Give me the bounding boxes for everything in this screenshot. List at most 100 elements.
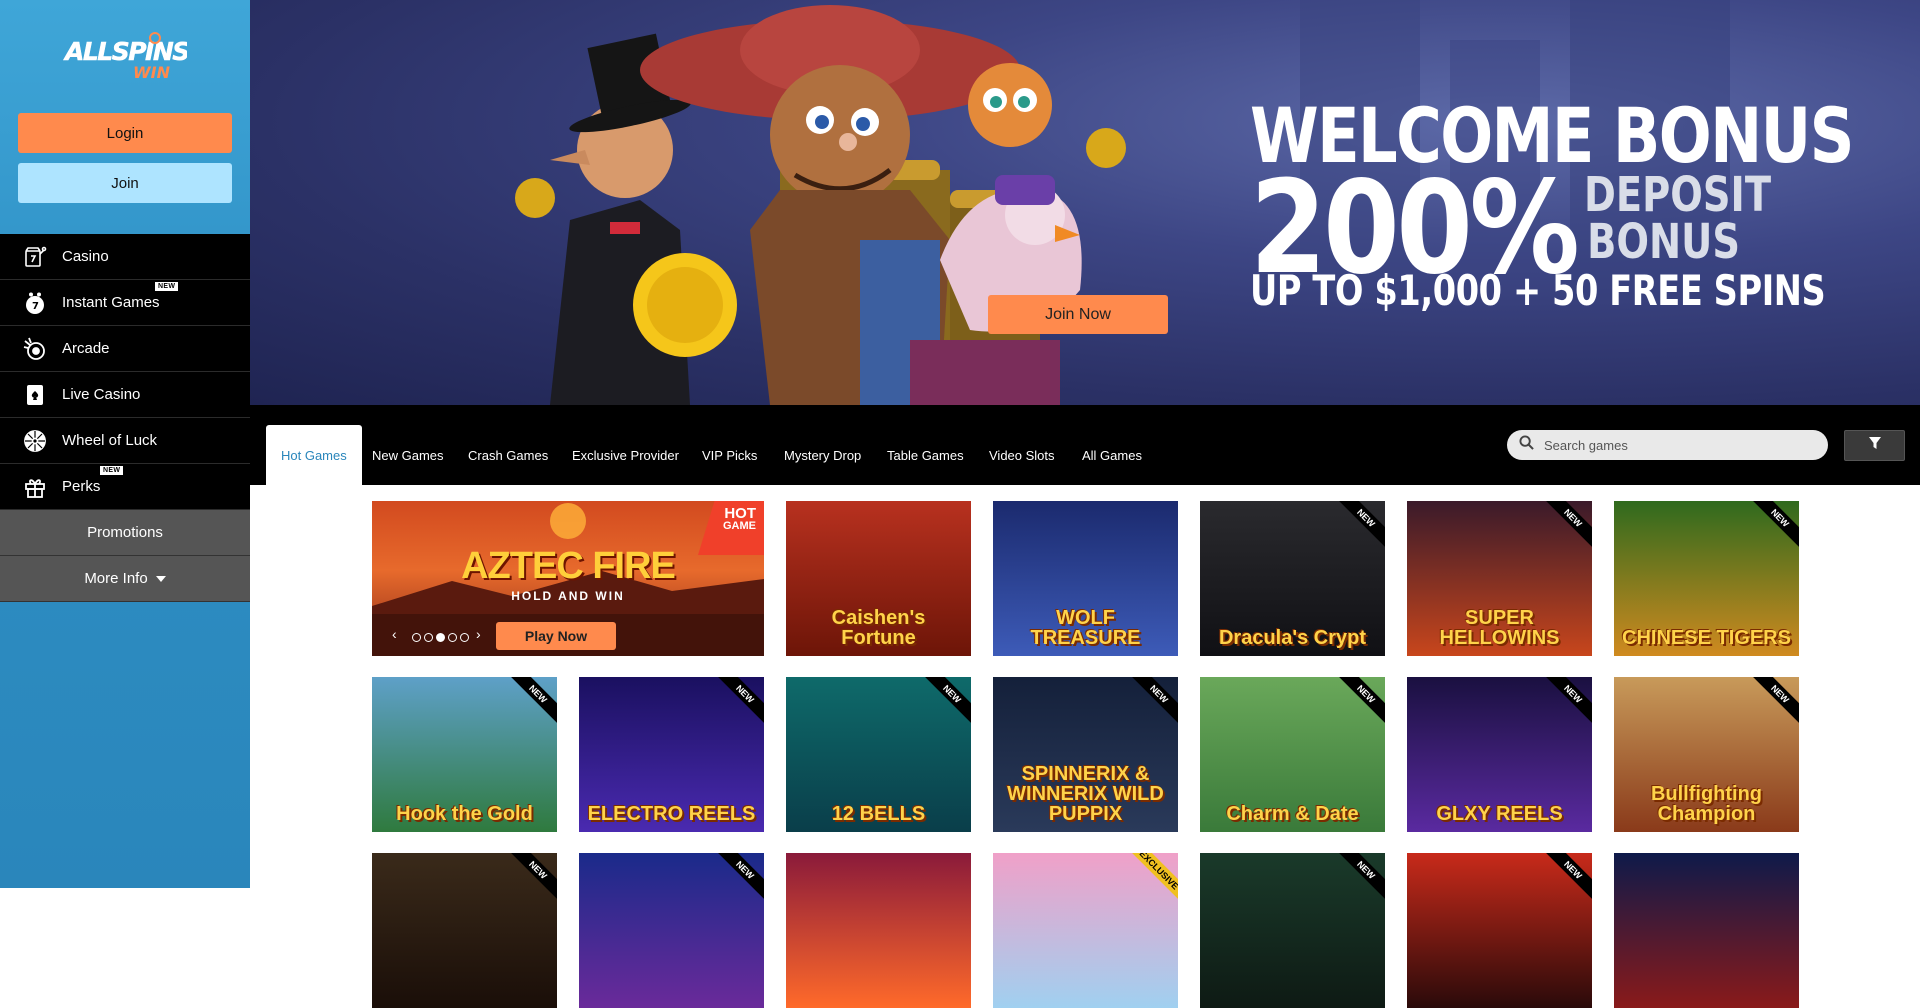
filter-button[interactable] — [1844, 430, 1905, 461]
game-tile[interactable]: WOLF TREASURE — [993, 501, 1178, 656]
tab-new-games[interactable]: New Games — [372, 425, 444, 485]
hero-banner: WELCOME BONUS 200% DEPOSIT BONUS UP TO $… — [250, 0, 1920, 405]
game-title: SPINNERIX & WINNERIX WILD PUPPIX — [1007, 763, 1164, 825]
chevron-left-icon[interactable]: ‹ — [392, 626, 397, 642]
nav-label: Wheel of Luck — [62, 432, 158, 449]
carousel-dot[interactable] — [460, 633, 469, 642]
carousel-controls: ‹ › Play Now — [372, 614, 764, 656]
slot-machine-icon — [22, 244, 48, 270]
live-casino-icon — [22, 382, 48, 408]
tab-vip-picks[interactable]: VIP Picks — [702, 425, 757, 485]
game-tile[interactable]: CHINESE TIGERS NEW — [1614, 501, 1799, 656]
new-ribbon-badge: NEW — [1329, 853, 1385, 907]
game-title: 12 BELLS — [831, 803, 926, 825]
game-title: Hook the Gold — [396, 803, 533, 825]
tab-crash-games[interactable]: Crash Games — [468, 425, 548, 485]
carousel-dot-active[interactable] — [436, 633, 445, 642]
hero-join-now-button[interactable]: Join Now — [988, 295, 1168, 334]
new-ribbon-badge: NEW — [1122, 677, 1178, 731]
game-title: Dracula's Crypt — [1218, 627, 1367, 649]
nav-item-instant-games[interactable]: 7 Instant Games NEW — [0, 280, 250, 326]
nav-label: Instant Games — [62, 294, 160, 311]
nav-item-arcade[interactable]: Arcade — [0, 326, 250, 372]
svg-text:WIN: WIN — [133, 63, 171, 80]
new-ribbon-badge: NEW — [708, 853, 764, 907]
game-tile[interactable]: ELECTRO REELS NEW — [579, 677, 764, 832]
nav-label: Perks — [62, 478, 101, 495]
allspins-logo[interactable]: ALLSPINS WIN — [63, 28, 191, 82]
chevron-right-icon[interactable]: › — [476, 626, 481, 642]
promotions-link[interactable]: Promotions — [0, 510, 250, 556]
game-tile[interactable]: NEW — [1200, 853, 1385, 1008]
game-tile[interactable]: GLXY REELS NEW — [1407, 677, 1592, 832]
game-tile[interactable]: Dracula's Crypt NEW — [1200, 501, 1385, 656]
new-ribbon-badge: NEW — [1329, 677, 1385, 731]
wheel-icon — [22, 428, 48, 454]
new-ribbon-badge: NEW — [1743, 677, 1799, 731]
gift-icon — [22, 474, 48, 500]
search-input[interactable] — [1544, 437, 1804, 453]
new-ribbon-badge: NEW — [1536, 853, 1592, 907]
new-badge: NEW — [155, 282, 179, 292]
new-badge: NEW — [100, 466, 124, 476]
hero-bonus-word: BONUS — [1587, 214, 1740, 271]
search-box[interactable] — [1507, 430, 1828, 460]
games-grid: HOT GAME AZTEC FIRE HOLD AND WIN ‹ › Pla… — [250, 485, 1920, 1008]
game-tile[interactable]: Charm & Date NEW — [1200, 677, 1385, 832]
new-ribbon-badge: NEW — [915, 677, 971, 731]
game-tile[interactable]: EXCLUSIVE — [993, 853, 1178, 1008]
hero-subtitle: UP TO $1,000 + 50 FREE SPINS — [1250, 266, 1826, 315]
nav-label: Live Casino — [62, 386, 141, 403]
game-title: Caishen's Fortune — [831, 607, 926, 649]
game-tile[interactable]: Bullfighting Champion NEW — [1614, 677, 1799, 832]
game-title: SUPER HELLOWINS — [1439, 607, 1560, 649]
game-tile[interactable] — [1614, 853, 1799, 1008]
sidebar: ALLSPINS WIN Login Join Casino 7 Instant… — [0, 0, 250, 888]
tab-mystery-drop[interactable]: Mystery Drop — [784, 425, 861, 485]
carousel-dot[interactable] — [424, 633, 433, 642]
game-tile[interactable]: SUPER HELLOWINS NEW — [1407, 501, 1592, 656]
game-tile[interactable]: NEW — [579, 853, 764, 1008]
new-ribbon-badge: NEW — [501, 853, 557, 907]
carousel-dot[interactable] — [412, 633, 421, 642]
featured-subtitle: HOLD AND WIN — [511, 589, 625, 603]
login-button[interactable]: Login — [18, 113, 232, 153]
join-button[interactable]: Join — [18, 163, 232, 203]
main-nav: Casino 7 Instant Games NEW Arcade Live C… — [0, 234, 250, 602]
game-tile[interactable]: 12 BELLS NEW — [786, 677, 971, 832]
game-tile[interactable]: NEW — [1407, 853, 1592, 1008]
game-tile[interactable]: SPINNERIX & WINNERIX WILD PUPPIX NEW — [993, 677, 1178, 832]
carousel-dot[interactable] — [448, 633, 457, 642]
instant-games-icon: 7 — [22, 290, 48, 316]
game-tile[interactable] — [786, 853, 971, 1008]
tab-video-slots[interactable]: Video Slots — [989, 425, 1055, 485]
nav-item-casino[interactable]: Casino — [0, 234, 250, 280]
game-tile[interactable]: Caishen's Fortune — [786, 501, 971, 656]
game-tile[interactable]: NEW — [372, 853, 557, 1008]
tab-hot-games[interactable]: Hot Games — [266, 425, 362, 485]
tab-all-games[interactable]: All Games — [1082, 425, 1142, 485]
new-ribbon-badge: NEW — [1743, 501, 1799, 555]
new-ribbon-badge: NEW — [1536, 501, 1592, 555]
nav-item-wheel-of-luck[interactable]: Wheel of Luck — [0, 418, 250, 464]
search-icon — [1519, 435, 1534, 455]
new-ribbon-badge: EXCLUSIVE — [1122, 853, 1178, 907]
hero-deposit-bonus: DEPOSIT BONUS — [1584, 171, 1771, 271]
featured-game-carousel[interactable]: HOT GAME AZTEC FIRE HOLD AND WIN ‹ › Pla… — [372, 501, 764, 656]
game-title: GLXY REELS — [1436, 803, 1563, 825]
game-title: Charm & Date — [1226, 803, 1359, 825]
play-now-button[interactable]: Play Now — [496, 622, 616, 650]
game-title: CHINESE TIGERS — [1622, 627, 1791, 649]
game-title: ELECTRO REELS — [587, 803, 756, 825]
nav-item-perks[interactable]: Perks NEW — [0, 464, 250, 510]
tab-exclusive-provider[interactable]: Exclusive Provider — [572, 425, 679, 485]
nav-label: Casino — [62, 248, 109, 265]
tab-table-games[interactable]: Table Games — [887, 425, 964, 485]
new-ribbon-badge: NEW — [1536, 677, 1592, 731]
nav-item-live-casino[interactable]: Live Casino — [0, 372, 250, 418]
more-info-toggle[interactable]: More Info — [0, 556, 250, 602]
arcade-icon — [22, 336, 48, 362]
game-tile[interactable]: Hook the Gold NEW — [372, 677, 557, 832]
svg-text:ALLSPINS: ALLSPINS — [63, 37, 187, 66]
game-title: Bullfighting Champion — [1650, 783, 1763, 825]
